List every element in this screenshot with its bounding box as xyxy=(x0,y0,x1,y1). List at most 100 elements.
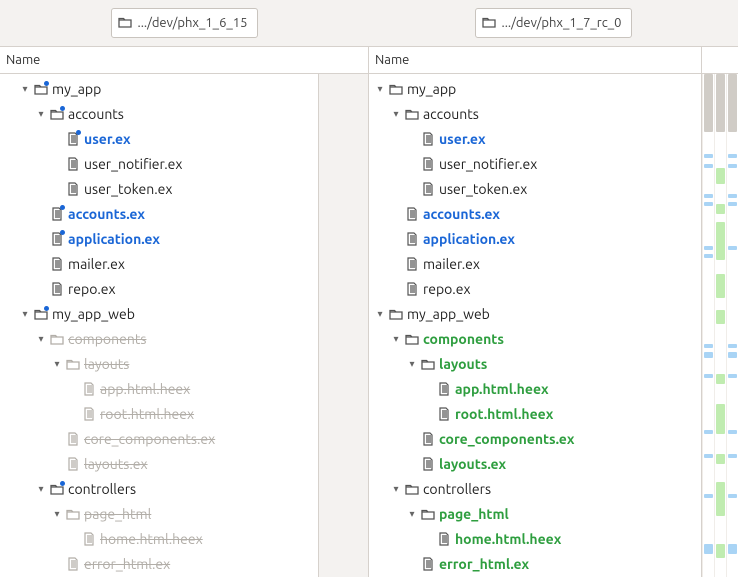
chevron-down-icon[interactable]: ▾ xyxy=(373,83,387,95)
file-icon xyxy=(435,382,453,396)
left-path-text: .../dev/phx_1_6_15 xyxy=(138,16,248,30)
chevron-down-icon[interactable]: ▾ xyxy=(373,308,387,320)
tree-row[interactable]: ▸core_components.ex xyxy=(369,426,701,451)
left-tree-pane[interactable]: ▾my_app▾accounts▸user.ex▸user_notifier.e… xyxy=(0,74,319,577)
minimap-block xyxy=(716,204,725,214)
tree-item-label: accounts xyxy=(421,106,479,122)
minimap-block xyxy=(728,344,737,348)
tree-row[interactable]: ▸user.ex xyxy=(0,126,318,151)
tree-row[interactable]: ▸home.html.heex xyxy=(369,526,701,551)
minimap-block xyxy=(728,164,737,168)
left-name-header[interactable]: Name xyxy=(0,47,369,73)
minimap-block xyxy=(728,202,737,206)
tree-item-label: root.html.heex xyxy=(453,406,553,422)
file-icon xyxy=(403,257,421,271)
right-name-header[interactable]: Name xyxy=(369,47,702,73)
tree-row[interactable]: ▸repo.ex xyxy=(0,276,318,301)
tree-row[interactable]: ▾layouts xyxy=(369,351,701,376)
tree-row[interactable]: ▾ accounts xyxy=(369,101,701,126)
chevron-down-icon[interactable]: ▾ xyxy=(34,483,48,495)
tree-row[interactable]: ▾ page_html xyxy=(369,501,701,526)
file-icon xyxy=(435,407,453,421)
diff-minimap[interactable] xyxy=(701,74,738,577)
tree-row[interactable]: ▸user_token.ex xyxy=(0,176,318,201)
file-icon xyxy=(435,532,453,546)
folder-icon xyxy=(48,483,66,495)
tree-row[interactable]: ▸app.html.heex xyxy=(369,376,701,401)
tree-row[interactable]: ▸layouts.ex xyxy=(0,451,318,476)
minimap-col-1[interactable] xyxy=(702,74,714,577)
chevron-down-icon[interactable]: ▾ xyxy=(50,358,64,370)
tree-row[interactable]: ▸mailer.ex xyxy=(369,251,701,276)
minimap-col-3[interactable] xyxy=(726,74,738,577)
chevron-down-icon[interactable]: ▾ xyxy=(34,108,48,120)
tree-item-label: my_app xyxy=(50,81,101,97)
tree-row[interactable]: ▸application.ex xyxy=(0,226,318,251)
tree-row[interactable]: ▸home.html.heex xyxy=(0,526,318,551)
tree-row[interactable]: ▾page_html xyxy=(0,501,318,526)
tree-item-label: controllers xyxy=(421,481,491,497)
minimap-block xyxy=(728,194,737,198)
chevron-down-icon[interactable]: ▾ xyxy=(34,333,48,345)
tree-row[interactable]: ▸user_token.ex xyxy=(369,176,701,201)
folder-icon xyxy=(48,333,66,345)
tree-row[interactable]: ▾layouts xyxy=(0,351,318,376)
right-tree-pane[interactable]: ▾my_app▾accounts▸user.ex▸user_notifier.e… xyxy=(369,74,701,577)
tree-row[interactable]: ▸app.html.heex xyxy=(0,376,318,401)
chevron-down-icon[interactable]: ▾ xyxy=(405,358,419,370)
tree-row[interactable]: ▾my_app_web xyxy=(0,301,318,326)
tree-row[interactable]: ▸root.html.heex xyxy=(0,401,318,426)
minimap-col-2[interactable] xyxy=(714,74,726,577)
minimap-block xyxy=(728,352,737,358)
tree-row[interactable]: ▸user_notifier.ex xyxy=(369,151,701,176)
chevron-down-icon[interactable]: ▾ xyxy=(389,108,403,120)
tree-item-label: page_html xyxy=(437,506,509,522)
tree-row[interactable]: ▸error_html.ex xyxy=(0,551,318,576)
modified-dot-icon xyxy=(76,130,81,135)
tree-row[interactable]: ▾my_app xyxy=(369,76,701,101)
tree-item-label: home.html.heex xyxy=(98,531,203,547)
tree-row[interactable]: ▸root.html.heex xyxy=(369,401,701,426)
folder-icon xyxy=(64,358,82,370)
tree-row[interactable]: ▾ controllers xyxy=(369,476,701,501)
tree-row[interactable]: ▸mailer.ex xyxy=(0,251,318,276)
tree-row[interactable]: ▸repo.ex xyxy=(369,276,701,301)
chevron-down-icon[interactable]: ▾ xyxy=(389,483,403,495)
modified-dot-icon xyxy=(44,306,49,311)
file-icon xyxy=(64,132,82,146)
right-path-container: .../dev/phx_1_7_rc_0 xyxy=(369,0,738,46)
file-icon xyxy=(48,207,66,221)
minimap-block xyxy=(716,404,725,434)
tree-row[interactable]: ▾my_app_web xyxy=(369,301,701,326)
minimap-block xyxy=(728,430,737,434)
tree-row[interactable]: ▾components xyxy=(0,326,318,351)
tree-row[interactable]: ▸error_html.ex xyxy=(369,551,701,576)
tree-row[interactable]: ▸core_components.ex xyxy=(0,426,318,451)
folder-icon xyxy=(387,308,405,320)
chevron-down-icon[interactable]: ▾ xyxy=(18,83,32,95)
tree-row[interactable]: ▸layouts.ex xyxy=(369,451,701,476)
minimap-block xyxy=(728,454,737,458)
chevron-down-icon[interactable]: ▾ xyxy=(50,508,64,520)
tree-row[interactable]: ▸accounts.ex xyxy=(369,201,701,226)
tree-row[interactable]: ▸application.ex xyxy=(369,226,701,251)
file-icon xyxy=(403,232,421,246)
tree-row[interactable]: ▾ my_app xyxy=(0,76,318,101)
minimap-block xyxy=(704,254,713,258)
tree-row[interactable]: ▸user_notifier.ex xyxy=(0,151,318,176)
tree-row[interactable]: ▸user.ex xyxy=(369,126,701,151)
tree-row[interactable]: ▾components xyxy=(369,326,701,351)
right-path-selector[interactable]: .../dev/phx_1_7_rc_0 xyxy=(475,8,633,38)
tree-item-label: user_notifier.ex xyxy=(82,156,182,172)
minimap-block xyxy=(716,544,725,558)
tree-row[interactable]: ▸accounts.ex xyxy=(0,201,318,226)
minimap-block xyxy=(728,544,737,554)
tree-row[interactable]: ▾accounts xyxy=(0,101,318,126)
chevron-down-icon[interactable]: ▾ xyxy=(18,308,32,320)
folder-icon xyxy=(48,108,66,120)
chevron-down-icon[interactable]: ▾ xyxy=(405,508,419,520)
tree-row[interactable]: ▾controllers xyxy=(0,476,318,501)
left-path-selector[interactable]: .../dev/phx_1_6_15 xyxy=(111,8,259,38)
chevron-down-icon[interactable]: ▾ xyxy=(389,333,403,345)
minimap-block xyxy=(704,494,713,498)
